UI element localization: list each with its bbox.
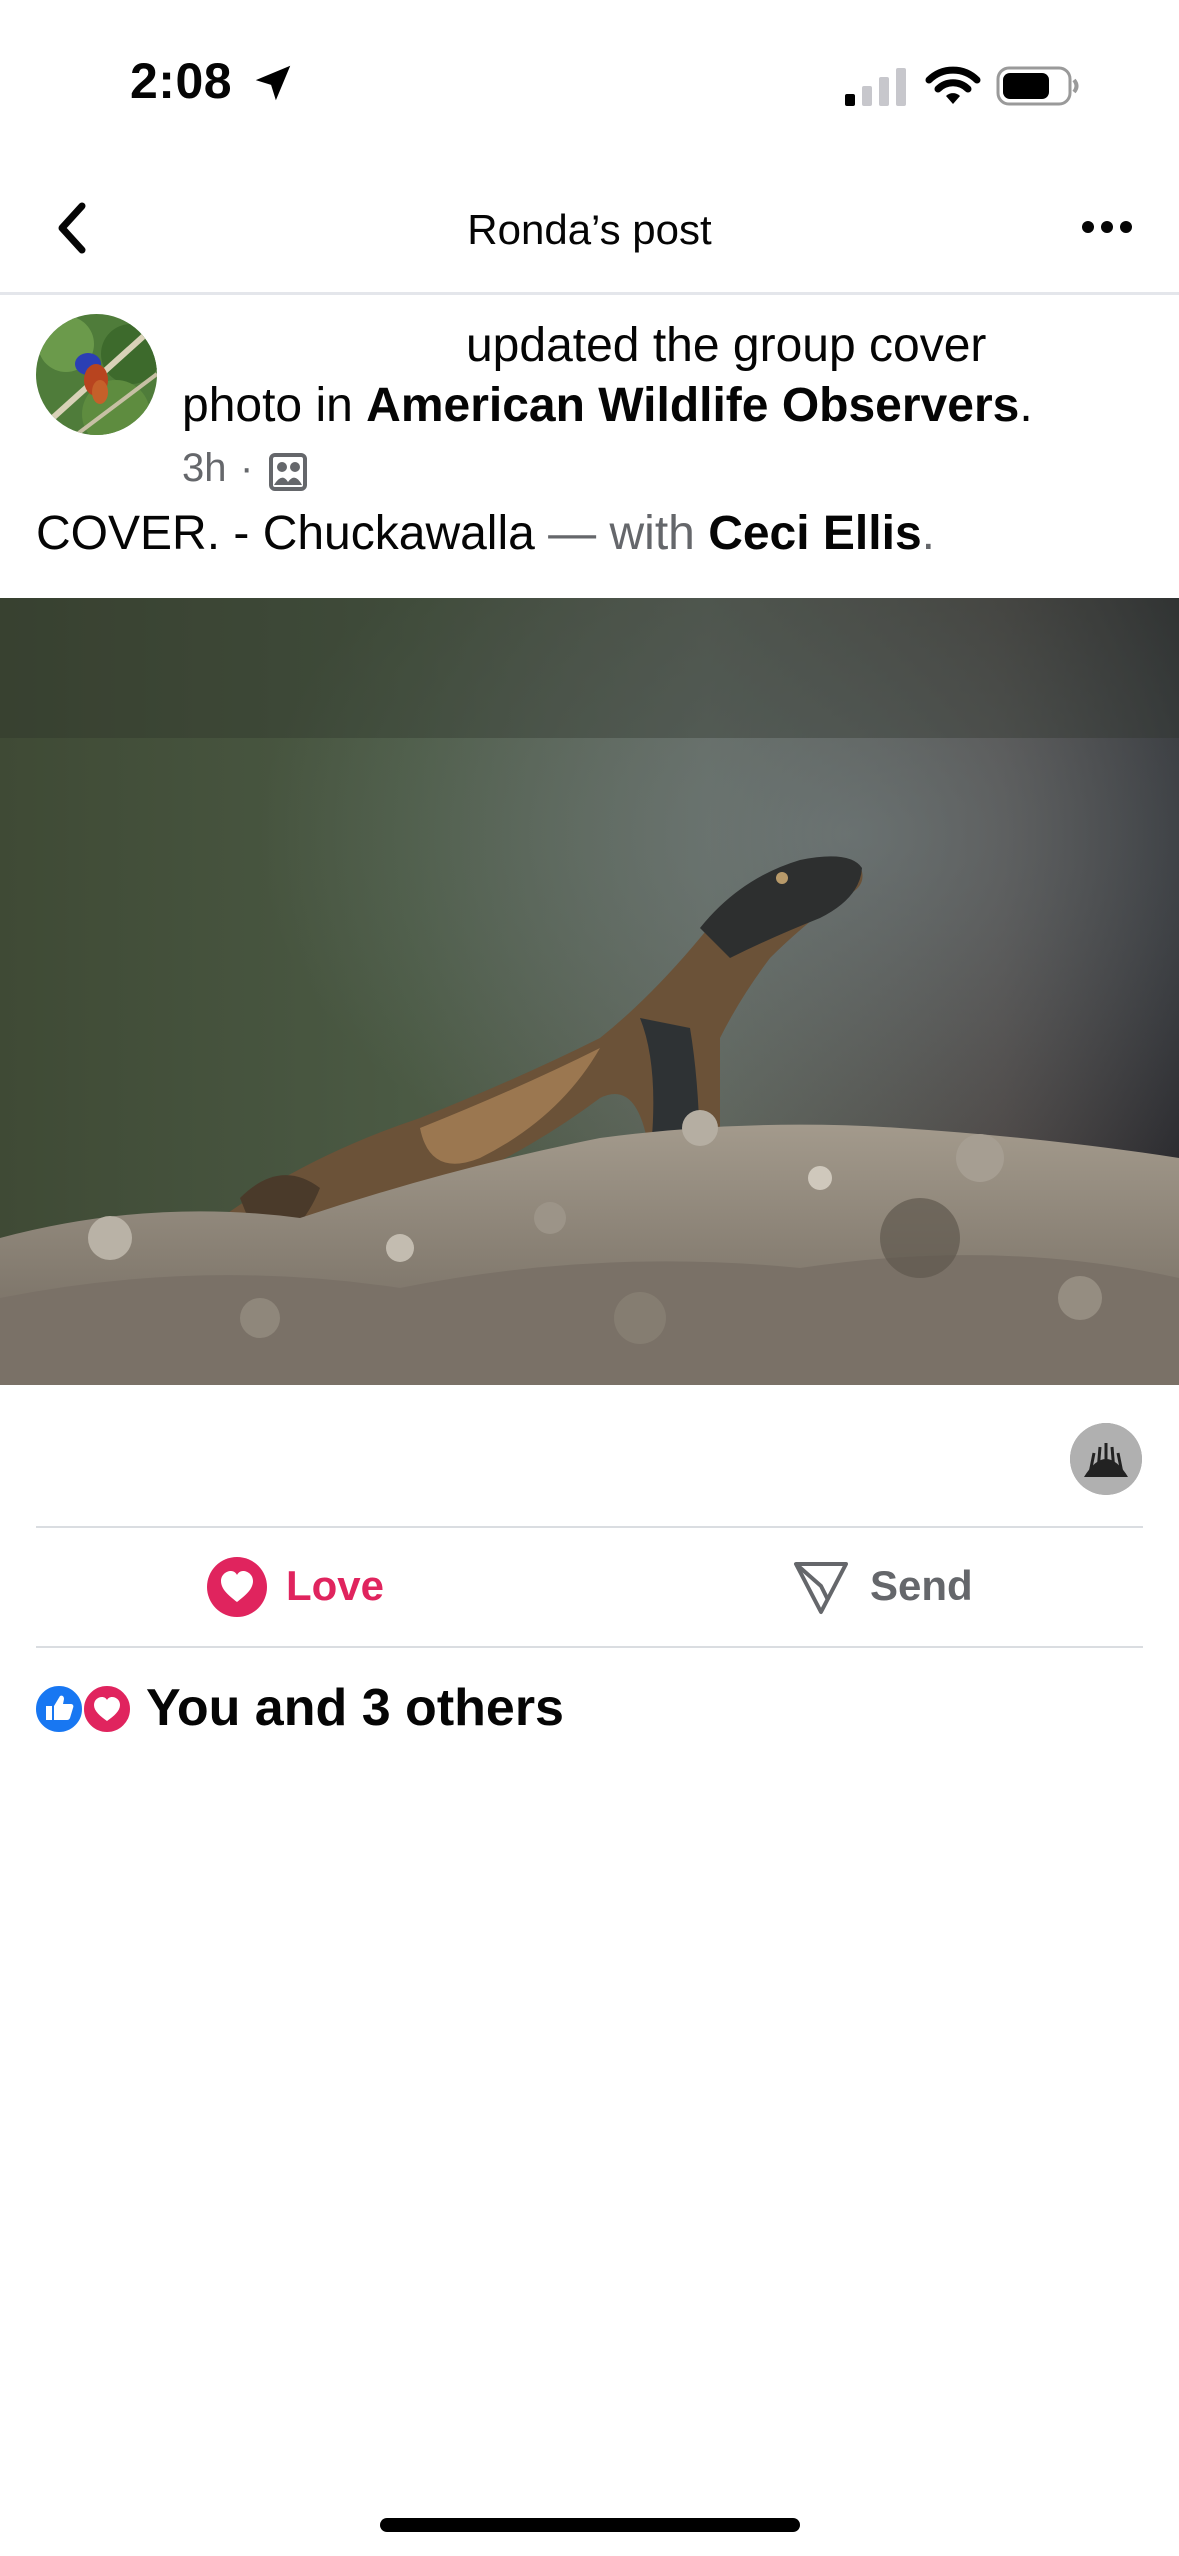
post-photo[interactable] <box>0 598 1179 1385</box>
meta-separator: · <box>240 446 254 490</box>
love-reaction-icon[interactable] <box>206 1556 268 1618</box>
author-avatar[interactable] <box>36 314 157 435</box>
send-icon[interactable] <box>790 1556 852 1618</box>
header-action-text: updated the group cover <box>465 319 987 372</box>
reactions-summary[interactable]: You and 3 others <box>146 1678 564 1738</box>
location-arrow-icon <box>255 65 291 101</box>
more-options-icon[interactable] <box>1080 215 1134 239</box>
header-period: . <box>1019 379 1033 432</box>
page-title: Ronda’s post <box>467 206 712 253</box>
caption-period: . <box>921 507 935 560</box>
love-reaction-badge-icon <box>82 1684 132 1734</box>
viewer-avatar[interactable] <box>1070 1423 1142 1495</box>
group-name-link[interactable]: American Wildlife Observers <box>366 379 1019 432</box>
wifi-icon <box>925 66 981 104</box>
love-button-label[interactable]: Love <box>286 1562 384 1610</box>
actions-divider-bottom <box>36 1646 1143 1648</box>
like-reaction-icon <box>34 1684 84 1734</box>
author-name-redacted[interactable]: Ronda Hall's <box>182 319 453 372</box>
caption-text: COVER. - Chuckawalla <box>36 507 549 560</box>
post-timestamp[interactable]: 3h <box>182 446 227 491</box>
caption-with: — with <box>548 507 709 560</box>
home-indicator[interactable] <box>380 2518 800 2532</box>
header-text: photo in <box>182 379 367 432</box>
post-header-line-2: photo in American Wildlife Observers. <box>182 376 1033 436</box>
post-caption: COVER. - Chuckawalla — with Ceci Ellis. <box>36 506 935 561</box>
cellular-signal-icon <box>845 68 906 106</box>
nav-divider <box>0 292 1179 295</box>
battery-icon <box>996 66 1079 106</box>
post-header-line-1: Ronda Hall's updated the group cover <box>182 316 986 376</box>
tagged-person-link[interactable]: Ceci Ellis <box>708 507 921 560</box>
group-audience-icon <box>269 453 307 491</box>
actions-divider-top <box>36 1526 1143 1528</box>
status-time: 2:08 <box>130 53 233 109</box>
send-button-label[interactable]: Send <box>870 1562 973 1610</box>
